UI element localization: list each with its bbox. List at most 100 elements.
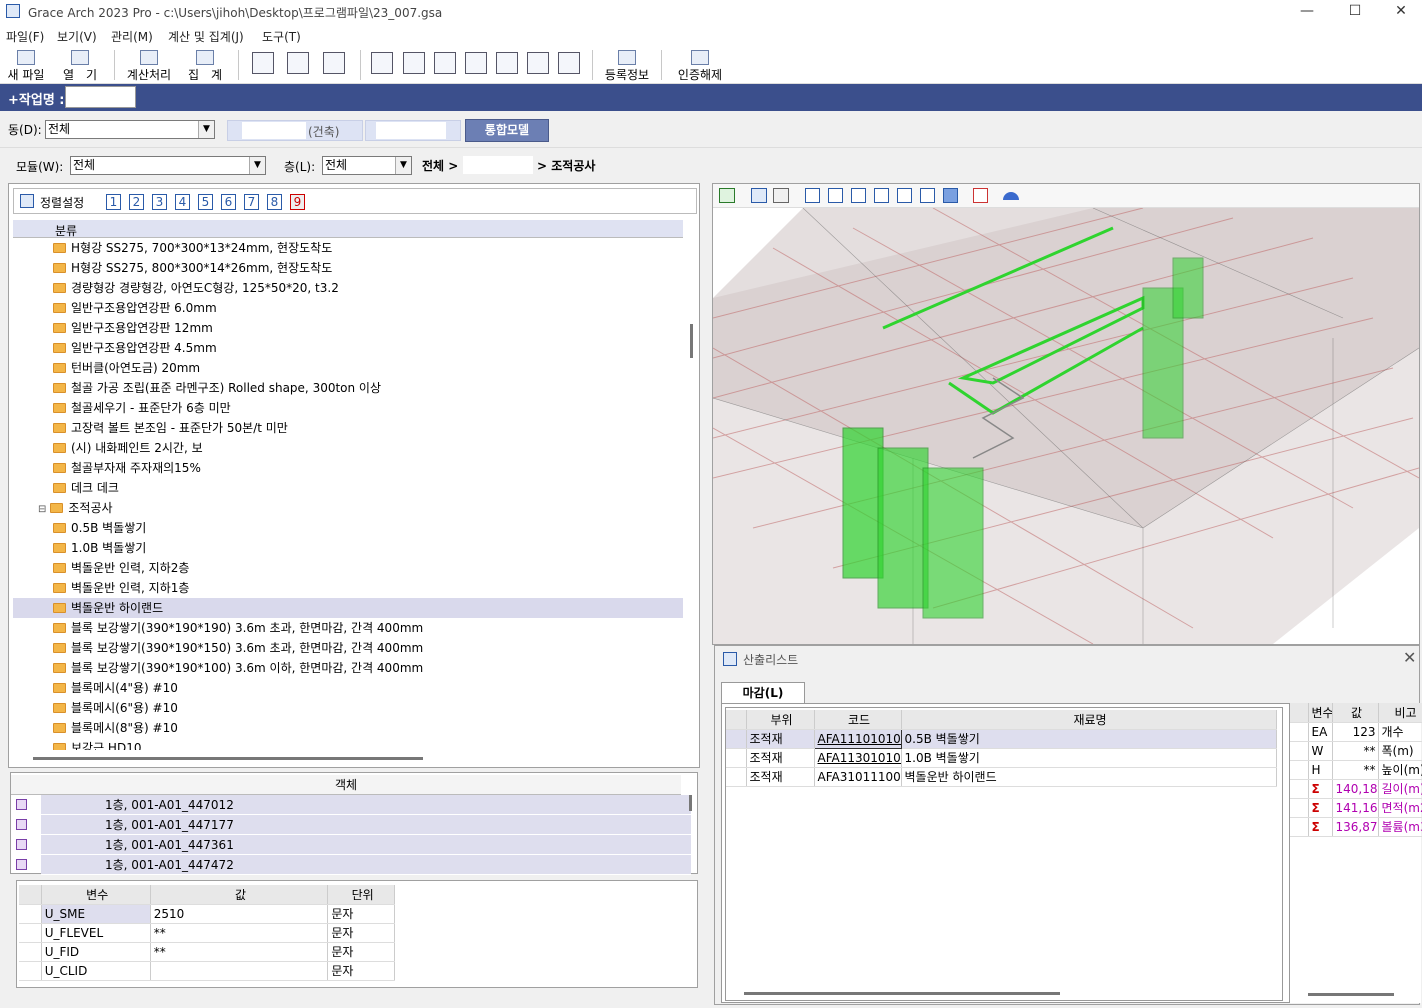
side-value[interactable]: ** — [1332, 760, 1379, 780]
calc-hscroll-thumb[interactable] — [744, 992, 1060, 995]
edit-icon-1[interactable] — [371, 52, 393, 74]
calc-code[interactable]: AFA113010100 — [814, 748, 902, 768]
tree-item[interactable]: 블록메시(8"용) #10 — [13, 718, 683, 738]
view-icon-3[interactable] — [323, 52, 345, 74]
side-value[interactable]: 141,167 — [1332, 798, 1379, 818]
maximize-button[interactable]: ☐ — [1332, 0, 1378, 24]
view-icon-1[interactable] — [252, 52, 274, 74]
tab-5[interactable]: 5 — [198, 194, 213, 210]
object-row[interactable]: 1층, 001-A01_447012 — [41, 795, 691, 815]
minimize-button[interactable]: — — [1284, 0, 1330, 24]
object-row[interactable]: 1층, 001-A01_447472 — [41, 855, 691, 875]
menu-calc[interactable]: 계산 및 집계(J) — [168, 28, 244, 45]
refresh-icon[interactable] — [719, 188, 735, 203]
list-icon[interactable] — [973, 188, 988, 203]
view-cube-icon[interactable] — [874, 188, 889, 203]
calc-part[interactable]: 조적재 — [746, 767, 815, 787]
view-icon-2[interactable] — [287, 52, 309, 74]
calc-material[interactable]: 0.5B 벽돌쌓기 — [901, 729, 1277, 749]
side-value[interactable]: 123 — [1332, 722, 1379, 742]
view-cube-icon[interactable] — [943, 188, 958, 203]
tree-item[interactable]: 블록 보강쌓기(390*190*190) 3.6m 초과, 한면마감, 간격 4… — [13, 618, 683, 638]
calc-button[interactable]: 계산처리 — [122, 48, 176, 82]
view-cube-icon[interactable] — [805, 188, 820, 203]
tree-group-masonry[interactable]: ⊟ 조적공사 — [13, 498, 683, 518]
tree-item[interactable]: 철골 가공 조립(표준 라멘구조) Rolled shape, 300ton 이… — [13, 378, 683, 398]
view-cube-icon[interactable] — [897, 188, 912, 203]
collapse-icon[interactable]: ⊟ — [38, 504, 46, 515]
tab-2[interactable]: 2 — [129, 194, 144, 210]
side-value[interactable]: 136,871 — [1332, 817, 1379, 837]
tree-item[interactable]: (시) 내화페인트 2시간, 보 — [13, 438, 683, 458]
tree-item[interactable]: H형강 SS275, 800*300*14*26mm, 현장도착도 — [13, 258, 683, 278]
tree-item[interactable]: 1.0B 벽돌쌓기 — [13, 538, 683, 558]
dong-select[interactable]: 전체 ▼ — [45, 120, 215, 139]
tree-item[interactable]: 블록 보강쌓기(390*190*100) 3.6m 이하, 한면마감, 간격 4… — [13, 658, 683, 678]
tab-3[interactable]: 3 — [152, 194, 167, 210]
tree-item[interactable]: 데크 데크 — [13, 478, 683, 498]
work-name-input[interactable] — [65, 86, 136, 108]
cloud-icon[interactable] — [1003, 192, 1019, 200]
object-row[interactable]: 1층, 001-A01_447177 — [41, 815, 691, 835]
calc-part[interactable]: 조적재 — [746, 748, 815, 768]
tab-4[interactable]: 4 — [175, 194, 190, 210]
integrated-model-tab[interactable]: 통합모델 — [465, 119, 549, 142]
menu-view[interactable]: 보기(V) — [57, 28, 97, 45]
var-value[interactable]: ** — [150, 942, 329, 962]
sort-settings-button[interactable]: 정렬설정 — [40, 194, 84, 211]
calc-material[interactable]: 1.0B 벽돌쌓기 — [901, 748, 1277, 768]
var-name[interactable]: U_FLEVEL — [41, 923, 151, 943]
tree-item[interactable]: 일반구조용압연강판 4.5mm — [13, 338, 683, 358]
tree-item[interactable]: 블록 보강쌓기(390*190*150) 3.6m 초과, 한면마감, 간격 4… — [13, 638, 683, 658]
var-name[interactable]: U_CLID — [41, 961, 151, 981]
edit-icon-4[interactable] — [465, 52, 487, 74]
object-row[interactable]: 1층, 001-A01_447361 — [41, 835, 691, 855]
var-value[interactable]: 2510 — [150, 904, 329, 924]
aggregate-button[interactable]: 집 계 — [184, 48, 226, 82]
tab-8[interactable]: 8 — [267, 194, 282, 210]
tree-vscroll-thumb[interactable] — [690, 324, 693, 358]
tree-item-selected[interactable]: 벽돌운반 하이랜드 — [13, 598, 683, 618]
tree-item[interactable]: 블록메시(6"용) #10 — [13, 698, 683, 718]
register-info-button[interactable]: 등록정보 — [600, 48, 654, 82]
cert-release-button[interactable]: 인증해제 — [672, 48, 728, 82]
floor-select[interactable]: 전체 ▼ — [322, 156, 412, 175]
edit-icon-7[interactable] — [558, 52, 580, 74]
breadcrumb-leaf[interactable]: > 조적공사 — [537, 157, 595, 174]
tab-7[interactable]: 7 — [244, 194, 259, 210]
tree-item[interactable]: 벽돌운반 인력, 지하1층 — [13, 578, 683, 598]
tree-item[interactable]: 턴버클(아연도금) 20mm — [13, 358, 683, 378]
tab-6[interactable]: 6 — [221, 194, 236, 210]
tree-item[interactable]: 0.5B 벽돌쌓기 — [13, 518, 683, 538]
view-cube-icon[interactable] — [920, 188, 935, 203]
new-file-button[interactable]: 새 파일 — [4, 48, 48, 82]
view-cube-icon[interactable] — [828, 188, 843, 203]
tree-item[interactable]: 벽돌운반 인력, 지하2층 — [13, 558, 683, 578]
close-button[interactable]: ✕ — [1378, 0, 1422, 24]
tree-item[interactable]: 블록메시(4"용) #10 — [13, 678, 683, 698]
tab-1[interactable]: 1 — [106, 194, 121, 210]
view-cube-icon[interactable] — [851, 188, 866, 203]
calc-material[interactable]: 벽돌운반 하이랜드 — [901, 767, 1277, 787]
tree-item[interactable]: 보강근 HD10 — [13, 738, 683, 750]
module-select[interactable]: 전체 ▼ — [70, 156, 266, 175]
breadcrumb-root[interactable]: 전체 > — [422, 157, 458, 174]
var-name[interactable]: U_FID — [41, 942, 151, 962]
calc-list-close-icon[interactable]: ✕ — [1403, 648, 1416, 667]
orbit-icon[interactable] — [751, 188, 767, 203]
tree-item[interactable]: 고장력 볼트 본조임 - 표준단가 50본/t 미만 — [13, 418, 683, 438]
open-button[interactable]: 열 기 — [58, 48, 102, 82]
tree-hscroll-thumb[interactable] — [33, 757, 423, 760]
tree-item[interactable]: 일반구조용압연강판 6.0mm — [13, 298, 683, 318]
layer-icon[interactable] — [773, 188, 789, 203]
tree-item[interactable]: 일반구조용압연강판 12mm — [13, 318, 683, 338]
calc-code[interactable]: AFA111010100 — [813, 728, 902, 749]
edit-icon-2[interactable] — [403, 52, 425, 74]
tree-item[interactable]: 철골부자재 주자재의15% — [13, 458, 683, 478]
side-value[interactable]: ** — [1332, 741, 1379, 761]
blank-tab[interactable] — [365, 120, 461, 141]
arch-tab[interactable]: (건축) — [227, 120, 363, 141]
calc-code[interactable]: AFA310111003 — [814, 767, 902, 787]
tree-item[interactable]: 철골세우기 - 표준단가 6층 미만 — [13, 398, 683, 418]
tab-9[interactable]: 9 — [290, 194, 305, 210]
